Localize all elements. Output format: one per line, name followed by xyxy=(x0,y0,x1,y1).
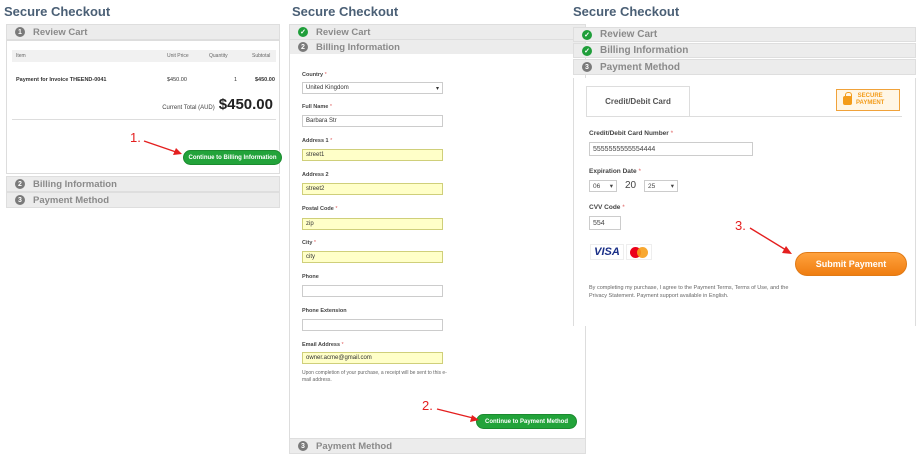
expiry-year-select[interactable]: 25 ▾ xyxy=(644,180,678,192)
step-billing-information[interactable]: ✓ Billing Information xyxy=(573,43,916,58)
chevron-down-icon: ▾ xyxy=(435,85,439,92)
step-label: Review Cart xyxy=(33,26,88,38)
full-name-label: Full Name * xyxy=(302,104,332,110)
payment-box: Credit/Debit Card SECURE PAYMENT Credit/D… xyxy=(573,78,916,326)
step-review-cart[interactable]: ✓ Review Cart xyxy=(573,27,916,42)
address2-label: Address 2 xyxy=(302,172,329,178)
submit-payment-button[interactable]: Submit Payment xyxy=(795,252,907,276)
tab-credit-debit-card[interactable]: Credit/Debit Card xyxy=(586,86,690,116)
expiration-date-label: Expiration Date * xyxy=(589,168,642,175)
cart-table-header: Item Unit Price Quantity Subtotal xyxy=(12,50,276,62)
cart-total: Current Total (AUD) $450.00 xyxy=(162,96,273,113)
email-field[interactable]: owner.acme@gmail.com xyxy=(302,352,443,364)
card-number-field[interactable]: 5555555555554444 xyxy=(589,142,753,156)
checkout-panel-payment: Secure Checkout ✓ Review Cart ✓ Billing … xyxy=(568,0,918,330)
phone-extension-field[interactable] xyxy=(302,319,443,331)
step-payment-method[interactable]: 3 Payment Method xyxy=(573,59,916,75)
phone-extension-label: Phone Extension xyxy=(302,308,347,314)
phone-field[interactable] xyxy=(302,285,443,297)
step-number-icon: 2 xyxy=(298,42,308,52)
step-label: Review Cart xyxy=(600,29,658,40)
header-subtotal: Subtotal xyxy=(252,53,271,59)
secure-text: SECURE xyxy=(857,92,883,99)
step-billing-information[interactable]: 2 Billing Information xyxy=(6,176,280,192)
chevron-down-icon: ▾ xyxy=(609,183,613,190)
country-select[interactable]: United Kingdom ▾ xyxy=(302,82,443,94)
annotation-arrow-icon xyxy=(436,408,479,422)
checkmark-icon: ✓ xyxy=(298,27,308,37)
page-title: Secure Checkout xyxy=(292,4,399,19)
divider xyxy=(586,116,902,117)
step-number-icon: 2 xyxy=(15,179,25,189)
step-label: Billing Information xyxy=(600,45,689,56)
total-value: $450.00 xyxy=(218,96,273,113)
secure-payment-badge: SECURE PAYMENT xyxy=(836,89,900,111)
annotation-3: 3. xyxy=(735,218,746,233)
annotation-2: 2. xyxy=(422,398,433,413)
step-review-cart[interactable]: ✓ Review Cart xyxy=(289,24,586,40)
step-label: Billing Information xyxy=(33,178,117,190)
continue-to-payment-button[interactable]: Continue to Payment Method xyxy=(476,414,577,429)
header-unit-price: Unit Price xyxy=(167,53,189,59)
cvv-field[interactable]: 554 xyxy=(589,216,621,230)
email-label: Email Address * xyxy=(302,342,344,348)
address2-field[interactable]: street2 xyxy=(302,183,443,195)
divider xyxy=(12,119,276,120)
city-label: City * xyxy=(302,240,317,246)
step-label: Billing Information xyxy=(316,41,400,53)
cart-quantity: 1 xyxy=(234,77,238,83)
mastercard-logo-icon xyxy=(626,244,652,260)
step-number-icon: 3 xyxy=(298,441,308,451)
page-title: Secure Checkout xyxy=(4,4,111,19)
step-number-icon: 1 xyxy=(15,27,25,37)
page-title: Secure Checkout xyxy=(573,4,680,19)
card-number-label: Credit/Debit Card Number * xyxy=(589,130,674,137)
visa-logo-icon: VISA xyxy=(590,244,624,260)
step-label: Payment Method xyxy=(600,61,681,73)
annotation-arrow-icon xyxy=(143,140,182,155)
cart-subtotal: $450.00 xyxy=(255,77,275,83)
city-field[interactable]: city xyxy=(302,251,443,263)
postal-code-field[interactable]: zip xyxy=(302,218,443,230)
billing-form: Country * United Kingdom ▾ Full Name * Ba… xyxy=(289,54,586,438)
phone-label: Phone xyxy=(302,274,319,280)
continue-to-billing-button[interactable]: Continue to Billing Information xyxy=(183,150,282,165)
step-review-cart[interactable]: 1 Review Cart xyxy=(6,24,280,40)
address1-field[interactable]: street1 xyxy=(302,149,443,161)
step-payment-method[interactable]: 3 Payment Method xyxy=(6,192,280,208)
header-item: Item xyxy=(16,53,26,59)
step-payment-method[interactable]: 3 Payment Method xyxy=(289,438,586,454)
postal-code-label: Postal Code * xyxy=(302,206,338,212)
checkout-panel-review-cart: Secure Checkout 1 Review Cart Item Unit … xyxy=(0,0,282,210)
chevron-down-icon: ▾ xyxy=(670,183,674,190)
expiry-month-select[interactable]: 06 ▾ xyxy=(589,180,617,192)
address1-label: Address 1 * xyxy=(302,138,333,144)
expiry-year-prefix: 20 xyxy=(625,180,637,191)
step-label: Payment Method xyxy=(33,194,110,206)
country-label: Country * xyxy=(302,72,327,78)
step-label: Review Cart xyxy=(316,26,371,38)
step-billing-information[interactable]: 2 Billing Information xyxy=(289,39,586,55)
header-quantity: Quantity xyxy=(209,53,228,59)
email-note: Upon completion of your purchase, a rece… xyxy=(302,370,447,383)
payment-text: PAYMENT xyxy=(856,100,885,106)
total-label: Current Total (AUD) xyxy=(162,105,215,111)
annotation-arrow-icon xyxy=(749,227,792,254)
annotation-1: 1. xyxy=(130,130,141,145)
checkout-panel-billing: Secure Checkout ✓ Review Cart 2 Billing … xyxy=(289,0,587,458)
checkmark-icon: ✓ xyxy=(582,45,592,56)
lock-icon xyxy=(843,91,852,105)
terms-text: By completing my purchase, I agree to th… xyxy=(589,285,789,300)
cart-unit-price: $450.00 xyxy=(167,77,187,83)
step-number-icon: 3 xyxy=(582,62,592,72)
step-label: Payment Method xyxy=(316,440,393,452)
cart-item-name: Payment for Invoice THEEND-0041 xyxy=(16,77,107,83)
cvv-label: CVV Code * xyxy=(589,204,625,211)
step-number-icon: 3 xyxy=(15,195,25,205)
checkmark-icon: ✓ xyxy=(582,29,592,40)
full-name-field[interactable]: Barbara Str xyxy=(302,115,443,127)
